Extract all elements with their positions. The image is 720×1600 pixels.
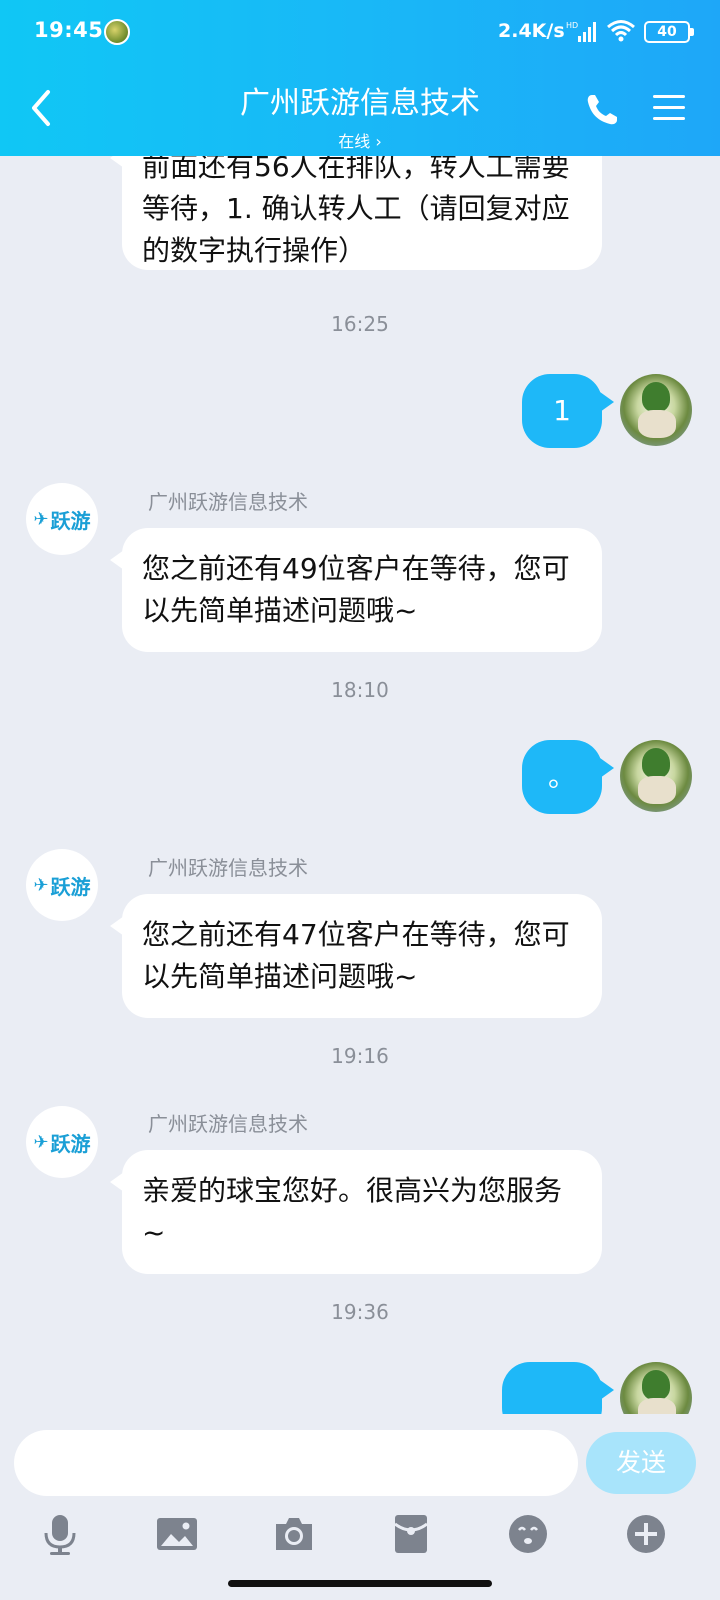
notification-app-icon <box>104 19 130 45</box>
image-icon[interactable] <box>155 1512 199 1556</box>
timestamp: 18:10 <box>331 678 389 702</box>
input-toolbar <box>0 1504 720 1564</box>
input-bar: 发送 <box>0 1414 720 1504</box>
message-bubble-sent[interactable]: 1 <box>522 374 614 448</box>
timestamp: 19:16 <box>331 1044 389 1068</box>
message-input[interactable] <box>14 1430 578 1496</box>
microphone-icon[interactable] <box>38 1512 82 1556</box>
red-packet-icon[interactable] <box>389 1512 433 1556</box>
battery-icon: 40 <box>644 21 694 43</box>
online-status[interactable]: 在线 › <box>160 128 560 152</box>
sender-name: 广州跃游信息技术 <box>148 1112 308 1136</box>
message-list[interactable]: 前面还有56人在排队，转人工需要等待，1. 确认转人工（请回复对应的数字执行操作… <box>0 156 720 1414</box>
message-bubble[interactable]: 亲爱的球宝您好。很高兴为您服务~ <box>110 1150 602 1274</box>
bird-logo-icon: ✈ <box>33 508 49 530</box>
chat-title-area[interactable]: 广州跃游信息技术 在线 › <box>160 78 560 152</box>
logo-text: 跃游 <box>50 508 91 533</box>
plus-icon[interactable] <box>624 1512 668 1556</box>
back-icon[interactable] <box>24 86 58 130</box>
message-bubble-sent[interactable]: 。 <box>522 740 614 814</box>
message-bubble-sent[interactable] <box>502 1362 614 1414</box>
message-text: 。 <box>547 760 576 793</box>
message-text: 您之前还有47位客户在等待，您可以先简单描述问题哦~ <box>142 918 570 993</box>
user-avatar[interactable] <box>620 374 692 446</box>
message-text: 您之前还有49位客户在等待，您可以先简单描述问题哦~ <box>142 552 570 627</box>
wifi-icon <box>607 20 635 42</box>
message-text: 1 <box>553 394 571 427</box>
message-bubble[interactable]: 前面还有56人在排队，转人工需要等待，1. 确认转人工（请回复对应的数字执行操作… <box>110 156 602 270</box>
menu-icon[interactable] <box>652 92 686 124</box>
bird-logo-icon: ✈ <box>33 1131 49 1153</box>
message-text: 亲爱的球宝您好。很高兴为您服务~ <box>142 1174 563 1249</box>
svg-text:HD: HD <box>566 21 578 30</box>
timestamp: 16:25 <box>331 312 389 336</box>
network-speed: 2.4K/s <box>498 20 565 42</box>
user-avatar[interactable] <box>620 740 692 812</box>
bot-avatar[interactable]: ✈ 跃游 <box>26 1106 98 1178</box>
emoji-icon[interactable] <box>506 1512 550 1556</box>
camera-icon[interactable] <box>272 1512 316 1556</box>
status-bar: 19:45 2.4K/s HD 40 <box>0 0 720 64</box>
phone-icon[interactable] <box>584 92 620 128</box>
message-text: 前面还有56人在排队，转人工需要等待，1. 确认转人工（请回复对应的数字执行操作… <box>142 156 570 267</box>
status-time: 19:45 <box>34 18 104 42</box>
signal-icon: HD <box>566 21 596 42</box>
logo-text: 跃游 <box>50 874 91 899</box>
chat-header: 19:45 2.4K/s HD 40 广州跃游信息技术 在线 › <box>0 0 720 156</box>
timestamp: 19:36 <box>331 1300 389 1324</box>
sender-name: 广州跃游信息技术 <box>148 856 308 880</box>
send-button[interactable]: 发送 <box>586 1432 696 1494</box>
message-bubble[interactable]: 您之前还有49位客户在等待，您可以先简单描述问题哦~ <box>110 528 602 652</box>
message-bubble[interactable]: 您之前还有47位客户在等待，您可以先简单描述问题哦~ <box>110 894 602 1018</box>
user-avatar[interactable] <box>620 1362 692 1414</box>
home-indicator[interactable] <box>228 1580 492 1587</box>
bird-logo-icon: ✈ <box>33 874 49 896</box>
bot-avatar[interactable]: ✈ 跃游 <box>26 483 98 555</box>
logo-text: 跃游 <box>50 1131 91 1156</box>
bot-avatar[interactable]: ✈ 跃游 <box>26 849 98 921</box>
sender-name: 广州跃游信息技术 <box>148 490 308 514</box>
chat-title: 广州跃游信息技术 <box>240 86 480 121</box>
